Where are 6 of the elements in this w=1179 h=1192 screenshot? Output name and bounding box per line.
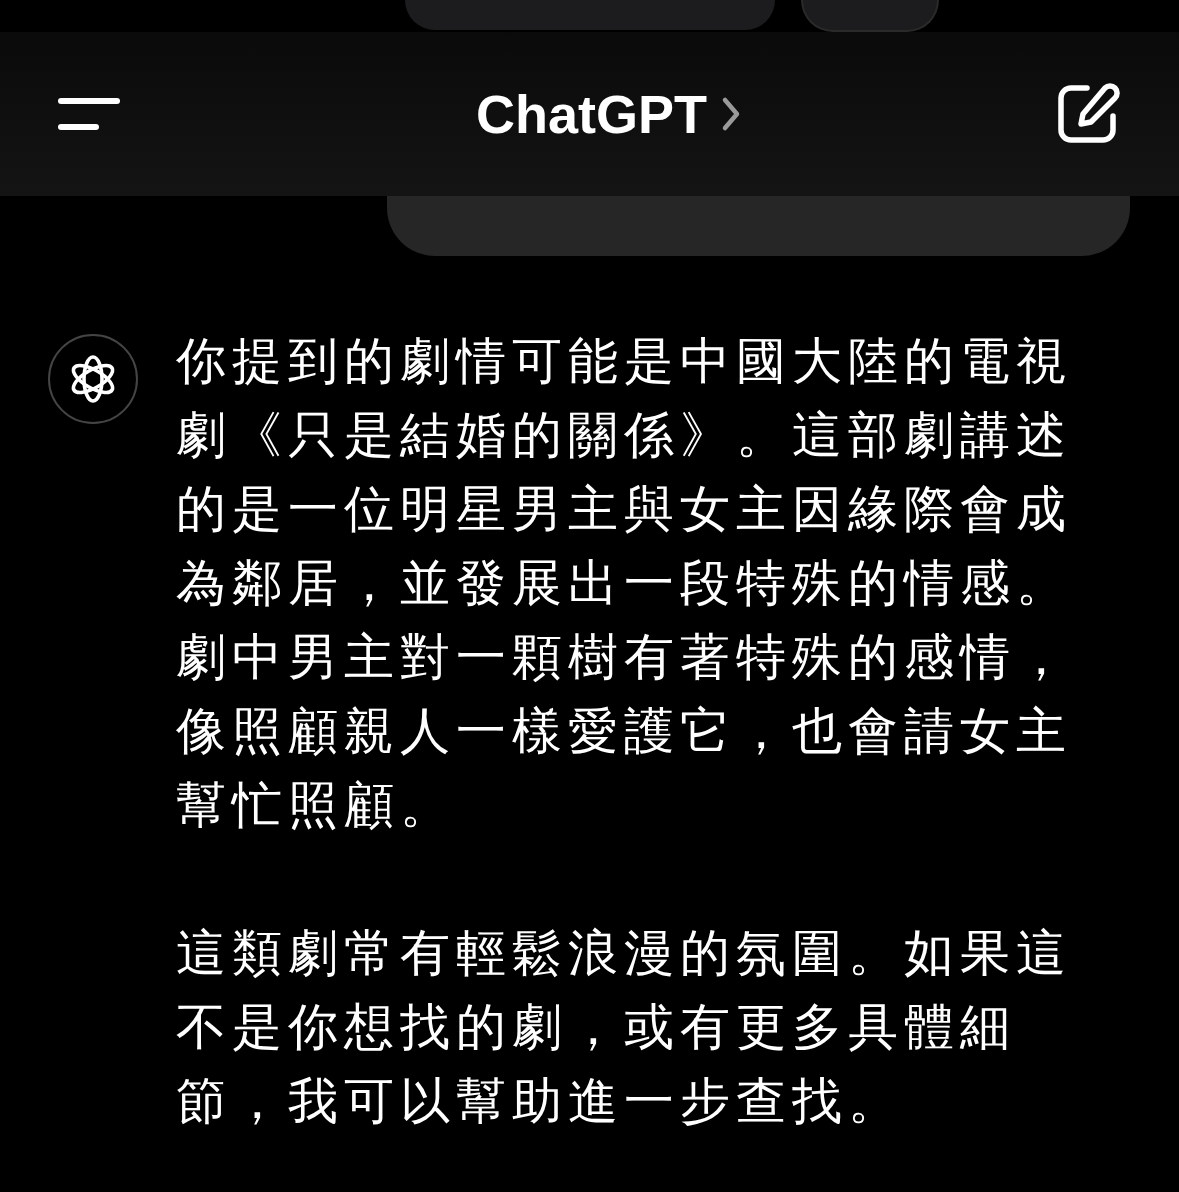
new-chat-icon[interactable] [1057, 82, 1121, 146]
chevron-icon[interactable] [721, 96, 741, 132]
chat-title[interactable]: ChatGPT [476, 83, 707, 145]
message-text: 這類劇常有輕鬆浪漫的氛圍。如果這不是你想找的劇，或有更多具體細節，我可以幫助進一步查找。 [176, 923, 1073, 1132]
menu-icon[interactable] [58, 96, 120, 132]
message-text: 你提到的劇情可能是中國大陸的電視劇《只是結婚的關係》。這部劇講述的是一位明星男主與女主因緣際會成為鄰居，並發展出一段特殊的情感。劇中男主對一顆樹有著特殊的感情，像照顧親人一樣愛護它，也會請女主幫忙照顧。 [176, 331, 1073, 836]
